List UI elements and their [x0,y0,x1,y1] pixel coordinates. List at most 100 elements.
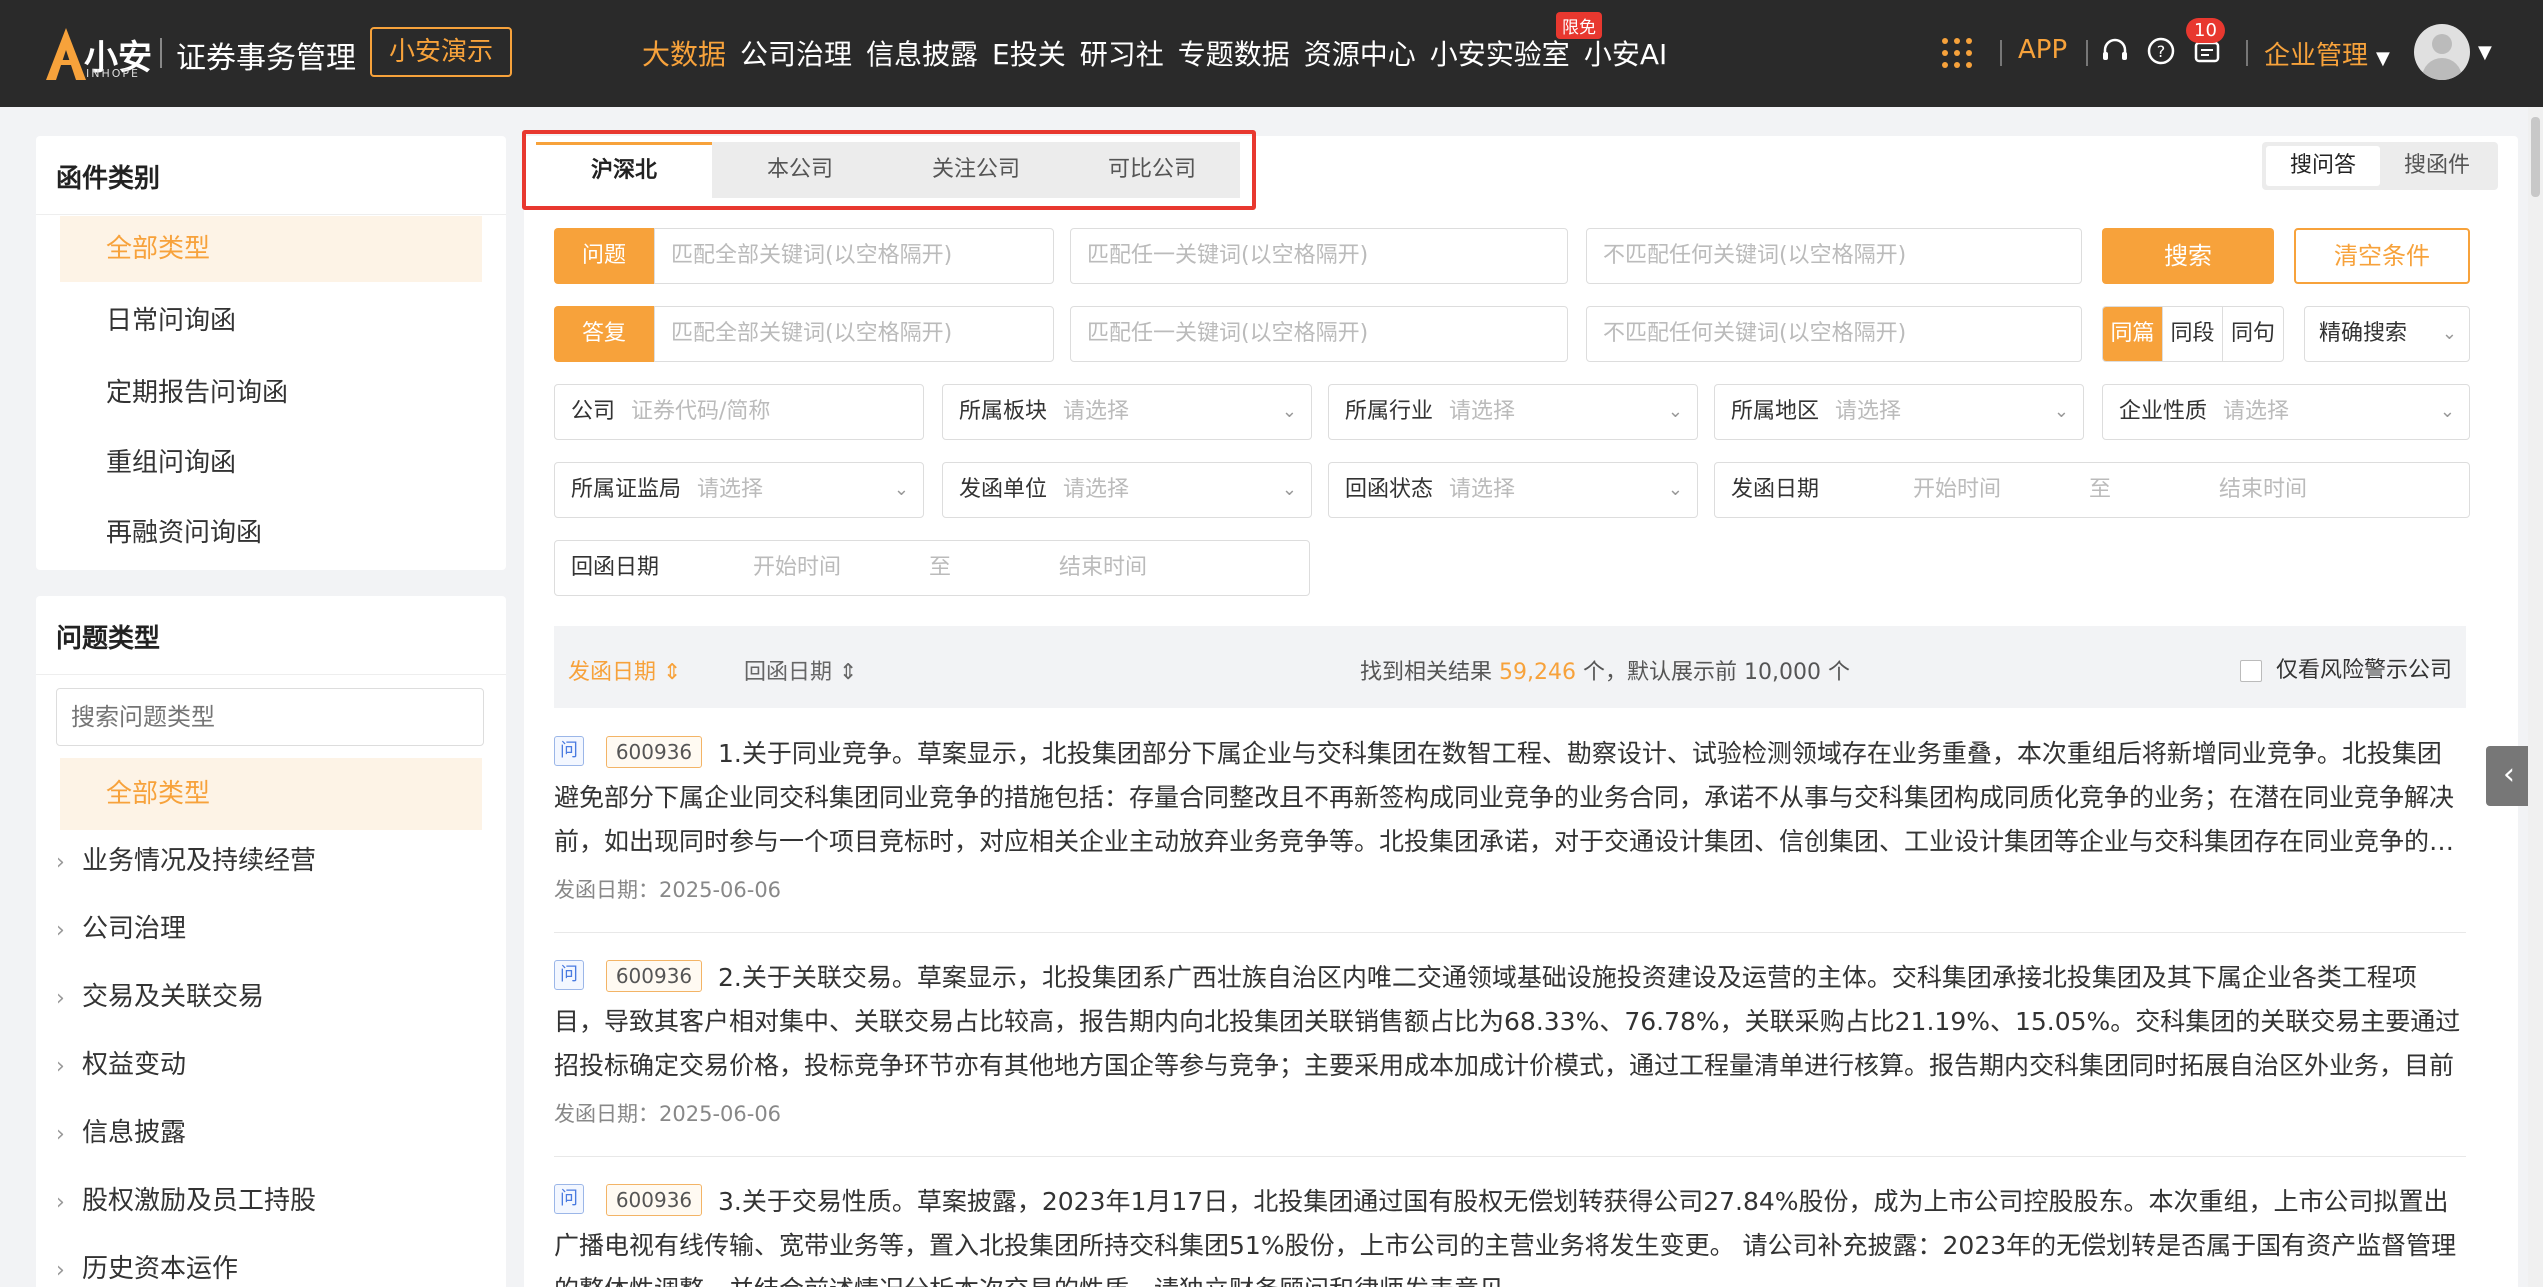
regulator-filter[interactable]: 所属证监局 请选择 ⌄ [554,462,924,518]
market-tabs-highlight: 沪深北 本公司 关注公司 可比公司 [522,130,1256,210]
scope-same-article[interactable]: 同篇 [2103,307,2163,361]
count-number: 59,246 [1499,660,1576,685]
answer-any-keyword-input[interactable]: 匹配任一关键词(以空格隔开) [1070,306,1568,362]
nav-corporate-governance[interactable]: 公司治理 [740,33,852,73]
date-end-placeholder[interactable]: 结束时间 [2219,463,2307,517]
scope-same-sentence[interactable]: 同句 [2223,307,2283,361]
enterprise-nature-filter[interactable]: 企业性质 请选择 ⌄ [2102,384,2470,440]
board-filter[interactable]: 所属板块 请选择 ⌄ [942,384,1312,440]
reply-date-range[interactable]: 回函日期 开始时间 至 结束时间 [554,540,1310,596]
date-end-placeholder[interactable]: 结束时间 [1059,541,1147,595]
question-type-item[interactable]: › 交易及关联交易 [56,976,264,1013]
top-navigation-bar: 小安 INHOPE 证券事务管理 小安演示 大数据 公司治理 信息披露 E投关 … [0,0,2543,107]
issue-date-range[interactable]: 发函日期 开始时间 至 结束时间 [1714,462,2470,518]
scrollbar-thumb[interactable] [2531,117,2540,197]
risk-only-checkbox[interactable]: 仅看风险警示公司 [2240,652,2452,684]
industry-filter[interactable]: 所属行业 请选择 ⌄ [1328,384,1698,440]
question-tag: 问 [554,736,584,766]
avatar[interactable] [2414,24,2470,80]
question-any-keyword-input[interactable]: 匹配任一关键词(以空格隔开) [1070,228,1568,284]
question-exclude-keyword-input[interactable]: 不匹配任何关键词(以空格隔开) [1586,228,2082,284]
tab-sh-sz-bj[interactable]: 沪深北 [536,142,712,198]
question-tag: 问 [554,1184,584,1214]
list-item[interactable]: 3.关于交易性质。草案披露，2023年1月17日，北投集团通过国有股权无偿划转获… [554,1184,2466,1287]
chevron-left-icon[interactable]: ‹ [2486,746,2532,806]
chevron-down-icon: ⌄ [2439,401,2455,422]
precise-search-label: 精确搜索 [2319,321,2408,346]
search-button[interactable]: 搜索 [2102,228,2274,284]
question-type-item[interactable]: › 信息披露 [56,1112,186,1149]
region-filter[interactable]: 所属地区 请选择 ⌄ [1714,384,2084,440]
count-suffix: 个，默认展示前 10,000 个 [1583,660,1850,685]
toggle-search-letters[interactable]: 搜函件 [2380,146,2494,186]
stock-code-badge[interactable]: 600936 [606,1184,702,1216]
stock-code-badge[interactable]: 600936 [606,736,702,768]
company-filter[interactable]: 公司 证券代码/简称 [554,384,924,440]
date-start-placeholder[interactable]: 开始时间 [753,541,841,595]
question-label[interactable]: 问题 [554,228,654,284]
help-icon[interactable]: ? [2146,36,2176,66]
nav-disclosure[interactable]: 信息披露 [866,33,978,73]
caret-down-icon[interactable]: ▼ [2478,42,2492,63]
page-scrollbar[interactable] [2528,107,2543,1287]
nav-topic-data[interactable]: 专题数据 [1178,33,1290,73]
question-type-label: 交易及关联交易 [82,982,265,1012]
answer-all-keywords-input[interactable]: 匹配全部关键词(以空格隔开) [654,306,1054,362]
nav-lab[interactable]: 小安实验室 [1430,33,1570,73]
precise-search-select[interactable]: 精确搜索 ⌄ [2304,306,2470,362]
question-type-search-input[interactable] [56,688,484,746]
nav-study[interactable]: 研习社 [1080,33,1164,73]
tab-comparable[interactable]: 可比公司 [1064,142,1240,198]
question-type-item[interactable]: › 股权激励及员工持股 [56,1180,316,1217]
sort-by-reply-date[interactable]: 回函日期 ⇕ [744,654,857,686]
question-type-all[interactable]: 全部类型 [60,758,482,830]
question-type-item[interactable]: › 历史资本运作 [56,1248,238,1285]
clear-conditions-button[interactable]: 清空条件 [2294,228,2470,284]
nav-big-data[interactable]: 大数据 [642,33,726,73]
question-type-label: 业务情况及持续经营 [82,846,317,876]
nav-resources[interactable]: 资源中心 [1304,33,1416,73]
question-type-item[interactable]: › 公司治理 [56,908,186,945]
category-refinance[interactable]: 再融资问询函 [60,500,482,566]
notification-count: 10 [2186,18,2225,43]
item-date: 发函日期：2025-06-06 [554,878,782,902]
stock-code-badge[interactable]: 600936 [606,960,702,992]
answer-label[interactable]: 答复 [554,306,654,362]
category-restructure[interactable]: 重组问询函 [60,430,482,496]
filter-placeholder: 请选择 [1449,477,1516,502]
question-type-item[interactable]: › 权益变动 [56,1044,186,1081]
sort-by-issue-date[interactable]: 发函日期 ⇕ [568,654,681,686]
date-start-placeholder[interactable]: 开始时间 [1913,463,2001,517]
answer-exclude-keyword-input[interactable]: 不匹配任何关键词(以空格隔开) [1586,306,2082,362]
chevron-right-icon: › [56,1190,65,1215]
filter-label: 回函日期 [571,555,660,580]
app-link[interactable]: APP [2018,35,2067,65]
category-daily[interactable]: 日常问询函 [60,288,482,354]
filter-label: 所属证监局 [571,477,682,502]
toggle-search-qa[interactable]: 搜问答 [2266,146,2380,186]
question-all-keywords-input[interactable]: 匹配全部关键词(以空格隔开) [654,228,1054,284]
headset-icon[interactable] [2100,36,2130,66]
issuer-filter[interactable]: 发函单位 请选择 ⌄ [942,462,1312,518]
chevron-down-icon: ⌄ [1281,401,1297,422]
market-tabs: 沪深北 本公司 关注公司 可比公司 [536,142,1240,198]
list-item[interactable]: 2.关于关联交易。草案显示，北投集团系广西壮族自治区内唯二交通领域基础设施投资建… [554,960,2466,1140]
category-periodic[interactable]: 定期报告问询函 [60,360,482,426]
filter-placeholder: 请选择 [2223,399,2290,424]
divider [36,674,506,675]
checkbox-icon[interactable] [2240,660,2262,682]
header-divider [160,38,162,68]
demo-button[interactable]: 小安演示 [370,27,512,77]
nav-ai[interactable]: 小安AI [1584,33,1667,73]
apps-grid-icon[interactable] [1942,38,1972,68]
tab-followed[interactable]: 关注公司 [888,142,1064,198]
category-all[interactable]: 全部类型 [60,216,482,282]
scope-same-paragraph[interactable]: 同段 [2163,307,2223,361]
filter-label: 企业性质 [2119,399,2208,424]
tab-own-company[interactable]: 本公司 [712,142,888,198]
reply-status-filter[interactable]: 回函状态 请选择 ⌄ [1328,462,1698,518]
list-item[interactable]: 1.关于同业竞争。草案显示，北投集团部分下属企业与交科集团在数智工程、勘察设计、… [554,736,2466,916]
question-type-item[interactable]: › 业务情况及持续经营 [56,840,316,877]
enterprise-menu[interactable]: 企业管理 ▼ [2264,35,2390,72]
nav-e-ir[interactable]: E投关 [992,33,1066,73]
